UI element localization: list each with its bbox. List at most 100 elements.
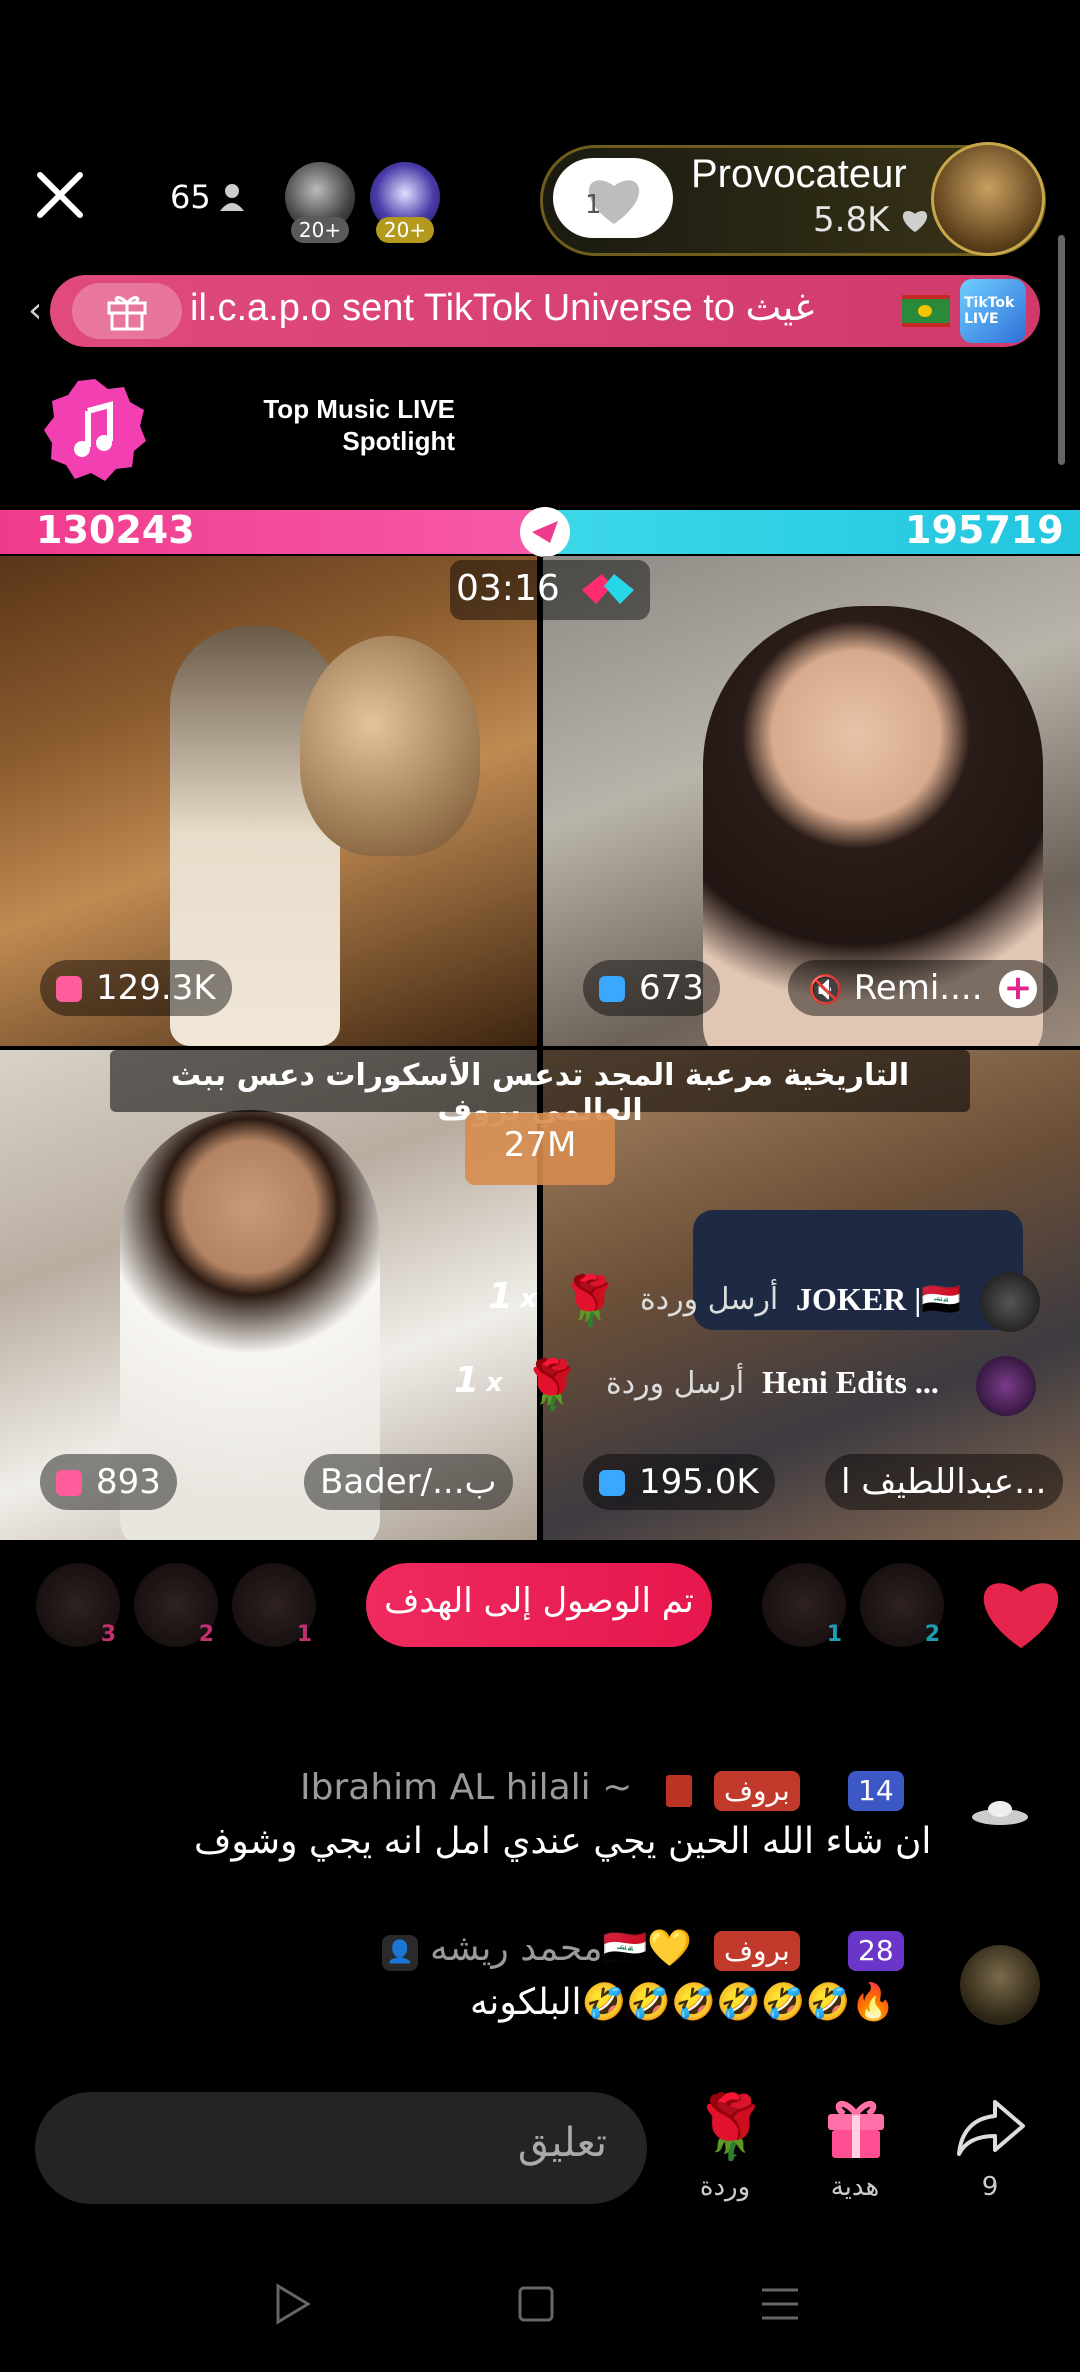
tile-score[interactable]: 129.3K — [40, 960, 232, 1016]
gift-box — [72, 283, 182, 339]
top-viewer-avatar-1[interactable]: 20+ — [285, 162, 360, 243]
tile-score[interactable]: 673 — [583, 960, 720, 1016]
chat-username: Ibrahim AL hilali ~ — [300, 1767, 633, 1808]
gift-feed-item: 1 x 🌹 أرسل وردة JOKER |🇮🇶 — [480, 1268, 1060, 1338]
gift-label: هدية — [830, 2172, 880, 2202]
share-count: 9 — [981, 2172, 999, 2202]
tiktok-live-logo: TikTok LIVE — [960, 279, 1026, 343]
host-followers-count: 5.8K — [813, 200, 890, 240]
rose-icon: 🌹 — [560, 1273, 620, 1329]
chat-message[interactable]: 👤 محمد ريشه🇮🇶💛 بروف 28 البلكونه🤣🤣🤣🤣🤣🤣🔥 — [190, 1925, 1070, 2045]
close-icon[interactable] — [30, 165, 90, 225]
chat-text: ان شاء الله الحين يجي عندي امل انه يجي و… — [194, 1821, 932, 1862]
rank-number: 1 — [296, 1622, 312, 1647]
tile-score-value: 673 — [639, 968, 704, 1008]
host-avatar[interactable] — [931, 142, 1045, 256]
heart-icon[interactable] — [975, 1570, 1067, 1652]
comment-input[interactable]: تعليق — [35, 2092, 647, 2204]
tile-score[interactable]: 893 — [40, 1454, 177, 1510]
sender-avatar — [980, 1272, 1040, 1332]
gift-icon — [107, 296, 147, 331]
host-info[interactable]: 1 Provocateur 5.8K — [540, 142, 1046, 256]
rose-icon: 🌹 — [522, 1357, 582, 1413]
rank-avatar[interactable]: 1 — [232, 1563, 316, 1647]
gift-count: 1 — [454, 1360, 480, 1401]
rose-button[interactable]: 🌹 وردة — [670, 2090, 780, 2210]
sender-avatar — [976, 1356, 1036, 1416]
level-badge: 14 — [848, 1771, 904, 1811]
chat-username: محمد ريشه🇮🇶💛 — [430, 1928, 693, 1969]
battle-caption: التاريخية مرعبة المجد تدعس الأسكورات دعس… — [110, 1050, 970, 1128]
gift-box-icon — [56, 976, 82, 1002]
score-right: 195719 — [905, 508, 1064, 552]
battle-icon — [582, 574, 634, 604]
rose-label: وردة — [699, 2172, 751, 2202]
flag-icon — [666, 1775, 692, 1807]
goal-badge-value: 27M — [503, 1125, 577, 1165]
like-count: 1 — [585, 190, 602, 220]
add-guest-button[interactable]: + — [999, 970, 1037, 1008]
rank-number: 3 — [100, 1622, 116, 1647]
music-spotlight-subtitle: Spotlight — [342, 426, 455, 456]
scrollbar[interactable] — [1058, 235, 1065, 465]
rank-avatar[interactable]: 3 — [36, 1563, 120, 1647]
tile-name[interactable]: Bader/...ب — [304, 1454, 513, 1510]
top-viewer-avatar-2[interactable]: 20+ — [370, 162, 445, 243]
rank-number: 2 — [198, 1622, 214, 1647]
gift-action: أرسل وردة — [606, 1366, 745, 1401]
viewer-count[interactable]: 65 — [170, 178, 245, 216]
chat-message[interactable]: Ibrahim AL hilali ~ بروف 14 ان شاء الله … — [190, 1765, 1070, 1875]
recent-apps-icon[interactable] — [758, 2282, 802, 2326]
share-icon — [957, 2100, 1025, 2156]
fan-badge: بروف — [714, 1771, 800, 1811]
fan-badge: بروف — [714, 1931, 800, 1971]
home-square-icon[interactable] — [516, 2282, 556, 2326]
chat-text: البلكونه🤣🤣🤣🤣🤣🤣🔥 — [470, 1982, 896, 2023]
battle-timer-value: 03:16 — [456, 568, 560, 609]
gift-count: 1 — [488, 1276, 514, 1317]
gift-box-icon — [599, 976, 625, 1002]
host-name: Provocateur — [691, 152, 907, 196]
video-tile-1[interactable]: 129.3K — [0, 556, 537, 1046]
gift-action: أرسل وردة — [640, 1282, 779, 1317]
gift-button[interactable]: هدية — [800, 2090, 910, 2210]
rank-avatar[interactable]: 2 — [860, 1563, 944, 1647]
rose-icon: 🌹 — [692, 2090, 770, 2163]
music-spotlight[interactable]: Top Music LIVE Spotlight — [255, 393, 455, 457]
score-divider-icon — [520, 507, 570, 557]
rank-number: 1 — [826, 1622, 842, 1647]
rank-number: 2 — [924, 1622, 940, 1647]
viewer-badge: 20+ — [376, 217, 434, 243]
music-note-icon[interactable] — [40, 375, 150, 485]
goal-reached-text: تم الوصول إلى الهدف — [384, 1581, 694, 1621]
rank-avatar[interactable]: 1 — [762, 1563, 846, 1647]
tile-score-value: 195.0K — [639, 1462, 759, 1502]
score-left: 130243 — [36, 508, 195, 552]
rank-avatar[interactable]: 2 — [134, 1563, 218, 1647]
goal-reached-button[interactable]: تم الوصول إلى الهدف — [366, 1563, 712, 1647]
like-button[interactable]: 1 — [553, 158, 673, 238]
video-tile-2[interactable]: 673 🔇 Remi.... + — [543, 556, 1080, 1046]
heart-icon — [903, 211, 928, 233]
viewer-badge: 20+ — [291, 217, 349, 243]
goal-badge: 27M — [465, 1113, 615, 1185]
host-followers: 5.8K — [813, 200, 930, 240]
person-icon — [219, 184, 244, 211]
flag-icon — [902, 295, 950, 327]
tile-score-value: 129.3K — [96, 968, 216, 1008]
avatar — [960, 1945, 1040, 2025]
mute-icon: 🔇 — [808, 973, 843, 1006]
chevron-left-icon[interactable]: ‹ — [28, 290, 42, 331]
viewer-count-label: 65 — [170, 178, 211, 216]
share-button[interactable]: 9 — [935, 2090, 1045, 2210]
gift-sender: JOKER |🇮🇶 — [796, 1281, 962, 1317]
tile-score[interactable]: 195.0K — [583, 1454, 775, 1510]
tile-name[interactable]: عبداللطيف ا... — [825, 1454, 1063, 1510]
tile-score-value: 893 — [96, 1462, 161, 1502]
back-triangle-icon[interactable] — [272, 2282, 312, 2326]
gift-banner[interactable]: il.c.a.p.o sent TikTok Universe to غيث T… — [50, 275, 1040, 347]
ufo-avatar-icon — [972, 1801, 1028, 1825]
gift-banner-text: il.c.a.p.o sent TikTok Universe to غيث — [190, 287, 815, 329]
gift-sender: Heni Edits ... — [762, 1364, 939, 1400]
gift-icon — [828, 2100, 884, 2158]
